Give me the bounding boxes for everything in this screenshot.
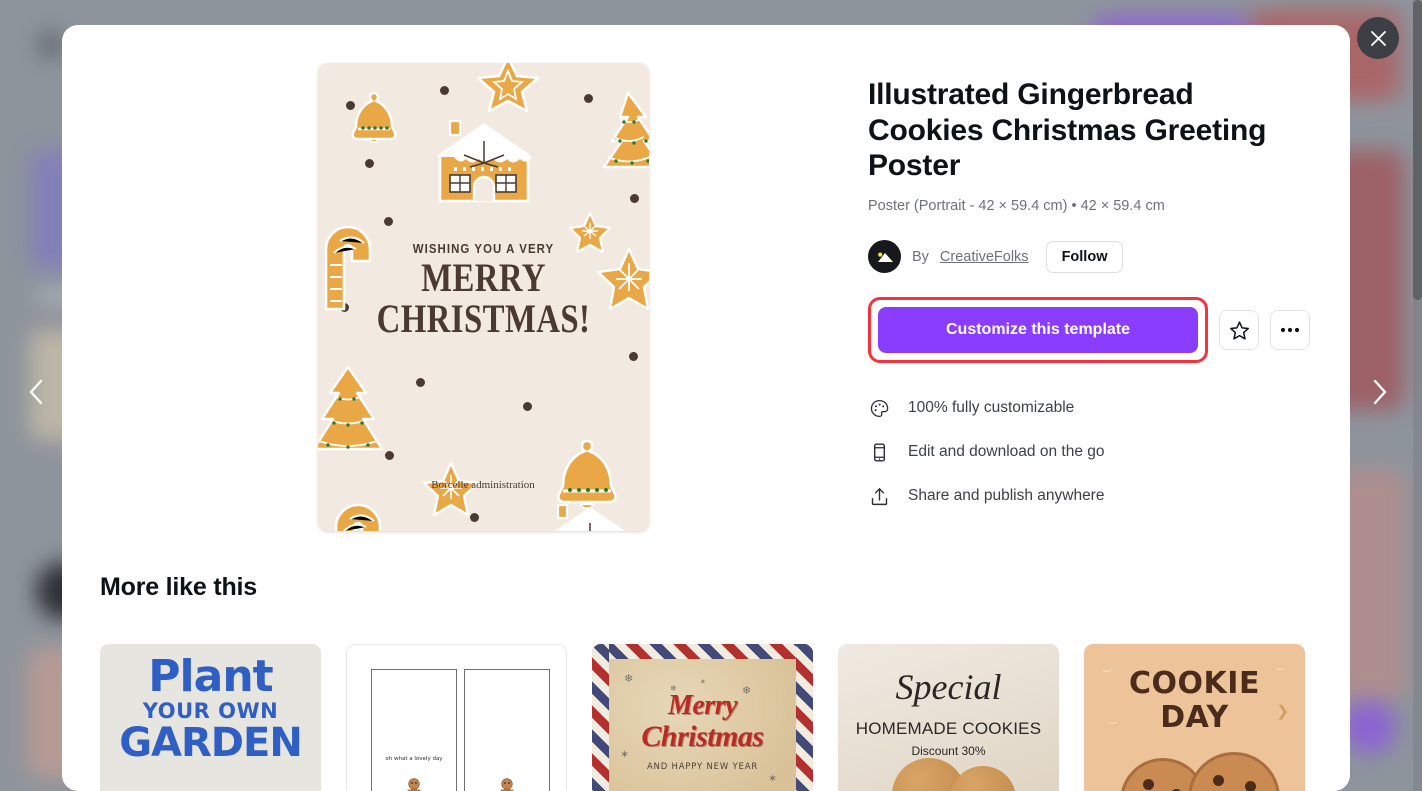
author-name-link[interactable]: CreativeFolks	[940, 249, 1029, 265]
mobile-icon	[868, 441, 890, 463]
poster-footer-text: Borcelle administration	[431, 479, 535, 491]
template-detail-modal: WISHING YOU A VERY MERRY CHRISTMAS! Borc…	[62, 25, 1350, 791]
thumbnail-line-2: Christmas	[641, 720, 764, 753]
feature-label: Edit and download on the go	[908, 443, 1105, 461]
more-like-this-grid: Plant YOUR OWN GARDEN oh what a lovely d…	[100, 644, 1310, 791]
thumbnail-line-2: HOMEMADE COOKIES	[855, 719, 1042, 738]
next-template-arrow[interactable]	[1360, 372, 1400, 412]
poster-dot	[415, 378, 425, 387]
author-row: By CreativeFolks Follow	[868, 240, 1310, 274]
cta-row: Customize this template	[868, 297, 1310, 364]
thumbnail-panel	[464, 669, 550, 791]
thumbnail-special-homemade-cookies[interactable]: Special HOMEMADE COOKIES Discount 30%	[838, 644, 1059, 791]
gingerbread-man-icon	[407, 778, 421, 791]
thumbnail-line-2: DAY	[1160, 700, 1229, 735]
thumbnail-vintage-merry-christmas[interactable]: ❄ ❄ ✶ ❄ ✶ ✶ Merry Christmas AND HAPPY NE…	[592, 644, 813, 791]
chocolate-chip	[1245, 781, 1256, 791]
share-icon	[868, 485, 890, 507]
poster-dot	[583, 94, 593, 103]
palette-icon	[868, 397, 890, 419]
cookie-illustration	[1188, 752, 1280, 791]
author-by-label: By	[912, 248, 929, 265]
house-cookie-icon	[554, 503, 625, 531]
poster-line-1: WISHING YOU A VERY	[412, 241, 554, 256]
thumbnail-line-3: GARDEN	[119, 719, 303, 766]
template-detail-pane: Illustrated Gingerbread Cookies Christma…	[868, 61, 1310, 531]
tree-cookie-icon	[317, 365, 383, 451]
thumbnail-gingerbread-lovely-day[interactable]: oh what a lovely day	[346, 644, 567, 791]
star-icon: ✶	[700, 679, 706, 686]
feature-list: 100% fully customizable Edit and downloa…	[868, 386, 1310, 518]
poster-dot	[629, 194, 639, 203]
candy-cane-cookie-icon	[334, 503, 381, 531]
page-scrollbar[interactable]	[1413, 0, 1422, 791]
feature-label: Share and publish anywhere	[908, 487, 1105, 505]
snowflake-icon: ❄	[624, 673, 634, 685]
thumbnail-cookie-day[interactable]: ⌣ ⌣ ⌣ ❯ COOKIE DAY	[1084, 644, 1305, 791]
thumbnail-caption: oh what a lovely day	[385, 756, 443, 762]
poster-headline: WISHING YOU A VERY MERRY CHRISTMAS!	[318, 241, 649, 340]
customize-this-template-button[interactable]: Customize this template	[878, 307, 1198, 354]
poster-line-3: CHRISTMAS!	[376, 295, 590, 341]
poster-dot	[628, 352, 638, 361]
background-blur-shape	[1342, 700, 1396, 754]
poster-dot	[439, 86, 449, 95]
more-options-button[interactable]	[1270, 310, 1310, 351]
template-dimensions: Poster (Portrait - 42 × 59.4 cm) • 42 × …	[868, 198, 1165, 215]
feature-item: Share and publish anywhere	[868, 474, 1310, 518]
chocolate-chip	[1213, 775, 1224, 786]
template-title: Illustrated Gingerbread Cookies Christma…	[868, 78, 1267, 183]
bell-cookie-icon	[351, 91, 396, 143]
cta-highlight-ring: Customize this template	[868, 297, 1208, 364]
previous-template-arrow[interactable]	[16, 372, 56, 412]
tree-cookie-icon	[602, 91, 649, 169]
poster-dot	[383, 217, 393, 226]
thumbnail-plant-your-own-garden[interactable]: Plant YOUR OWN GARDEN	[100, 644, 321, 791]
thumbnail-line-1: COOKIE	[1129, 666, 1260, 701]
star-cookie-icon	[476, 63, 539, 113]
thumbnail-text: Plant YOUR OWN GARDEN	[100, 651, 321, 766]
gingerbread-man-icon	[500, 778, 514, 791]
chocolate-chip	[1143, 779, 1154, 790]
template-poster-preview[interactable]: WISHING YOU A VERY MERRY CHRISTMAS! Borc…	[317, 63, 649, 531]
page-scrollbar-thumb[interactable]	[1413, 0, 1422, 300]
cookie-illustration	[950, 766, 1016, 791]
feature-label: 100% fully customizable	[908, 399, 1075, 417]
airmail-stripe	[592, 644, 813, 659]
thumbnail-panel: oh what a lovely day	[371, 669, 457, 791]
more-like-this-section: More like this Plant YOUR OWN GARDEN oh …	[98, 573, 1310, 791]
feature-item: 100% fully customizable	[868, 386, 1310, 430]
follow-button[interactable]: Follow	[1045, 240, 1124, 273]
author-avatar[interactable]	[868, 240, 901, 274]
more-like-this-title: More like this	[100, 573, 257, 601]
background-blur-shape	[38, 32, 64, 58]
star-icon: ✶	[768, 773, 778, 785]
template-overview: WISHING YOU A VERY MERRY CHRISTMAS! Borc…	[98, 61, 1310, 531]
close-button[interactable]	[1357, 17, 1399, 59]
poster-dot	[522, 402, 532, 411]
favorite-star-button[interactable]	[1219, 310, 1259, 351]
thumbnail-line-1: Merry	[667, 690, 738, 721]
feature-item: Edit and download on the go	[868, 430, 1310, 474]
thumbnail-line-3: Discount 30%	[911, 744, 986, 758]
poster-dot	[364, 159, 374, 168]
thumbnail-line-1: Special	[895, 667, 1002, 707]
house-cookie-icon	[435, 119, 532, 203]
thumbnail-subtitle: AND HAPPY NEW YEAR	[646, 762, 759, 772]
template-preview-pane: WISHING YOU A VERY MERRY CHRISTMAS! Borc…	[98, 61, 868, 531]
thumbnail-line-1: Plant	[148, 651, 273, 702]
poster-line-2: MERRY	[420, 255, 546, 300]
